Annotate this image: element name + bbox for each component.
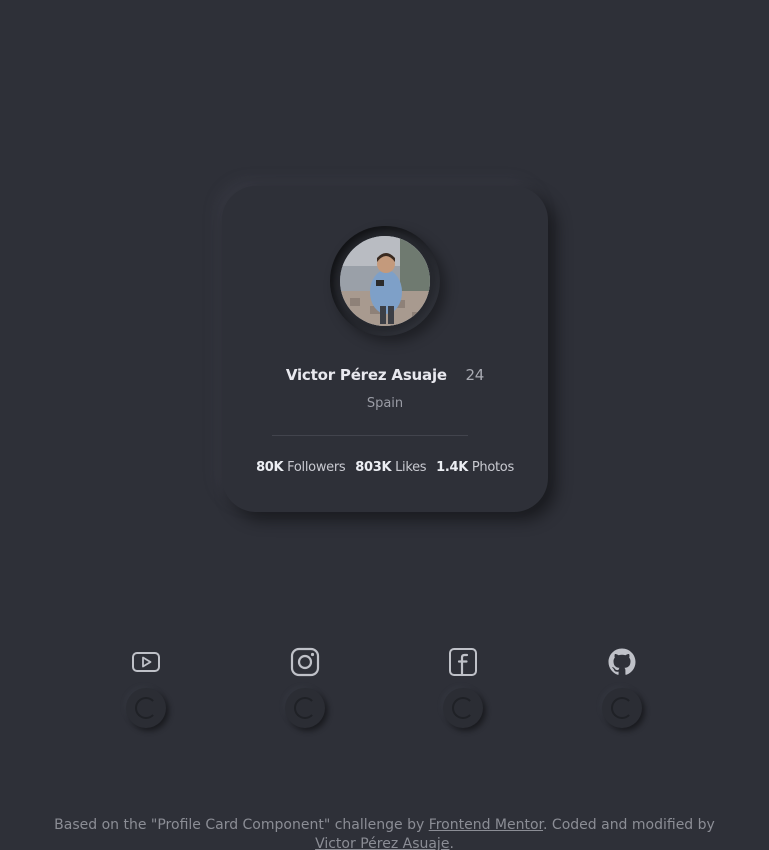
profile-location: Spain bbox=[366, 396, 404, 411]
profile-card: Victor Pérez Asuaje 24 Spain 80K Followe… bbox=[222, 186, 548, 512]
instagram-icon[interactable] bbox=[289, 646, 321, 678]
stat-label: Photos bbox=[471, 460, 514, 475]
frontend-mentor-link[interactable]: Frontend Mentor bbox=[429, 817, 543, 833]
stat-photos: 1.4K Photos bbox=[436, 460, 514, 475]
stat-likes: 803K Likes bbox=[355, 460, 426, 475]
avatar-frame bbox=[330, 226, 440, 336]
author-link[interactable]: Victor Pérez Asuaje bbox=[315, 836, 449, 850]
footer-text: . bbox=[449, 836, 454, 850]
stat-label: Likes bbox=[395, 460, 427, 475]
github-icon[interactable] bbox=[606, 646, 638, 678]
loading-indicator bbox=[285, 688, 325, 728]
name-row: Victor Pérez Asuaje 24 bbox=[222, 366, 548, 384]
loading-indicator bbox=[126, 688, 166, 728]
footer-attribution: Based on the "Profile Card Component" ch… bbox=[40, 816, 729, 850]
social-youtube[interactable] bbox=[126, 646, 166, 730]
stat-value: 803K bbox=[355, 460, 392, 475]
footer-text: . Coded and modified by bbox=[543, 817, 715, 833]
facebook-icon[interactable] bbox=[447, 646, 479, 678]
social-github[interactable] bbox=[602, 646, 642, 730]
profile-age: 24 bbox=[465, 366, 485, 384]
stat-value: 80K bbox=[256, 460, 284, 475]
social-facebook[interactable] bbox=[443, 646, 483, 730]
profile-stats: 80K Followers 803K Likes 1.4K Photos bbox=[222, 460, 548, 475]
stat-followers: 80K Followers bbox=[256, 460, 346, 475]
stat-label: Followers bbox=[287, 460, 346, 475]
loading-indicator bbox=[443, 688, 483, 728]
footer-text: Based on the "Profile Card Component" ch… bbox=[54, 817, 429, 833]
avatar bbox=[340, 236, 430, 326]
page: Victor Pérez Asuaje 24 Spain 80K Followe… bbox=[0, 0, 769, 850]
divider bbox=[272, 435, 468, 436]
social-instagram[interactable] bbox=[285, 646, 325, 730]
profile-name: Victor Pérez Asuaje bbox=[285, 366, 447, 384]
stat-value: 1.4K bbox=[436, 460, 469, 475]
avatar-photo bbox=[340, 236, 430, 326]
youtube-icon[interactable] bbox=[130, 646, 162, 678]
loading-indicator bbox=[602, 688, 642, 728]
